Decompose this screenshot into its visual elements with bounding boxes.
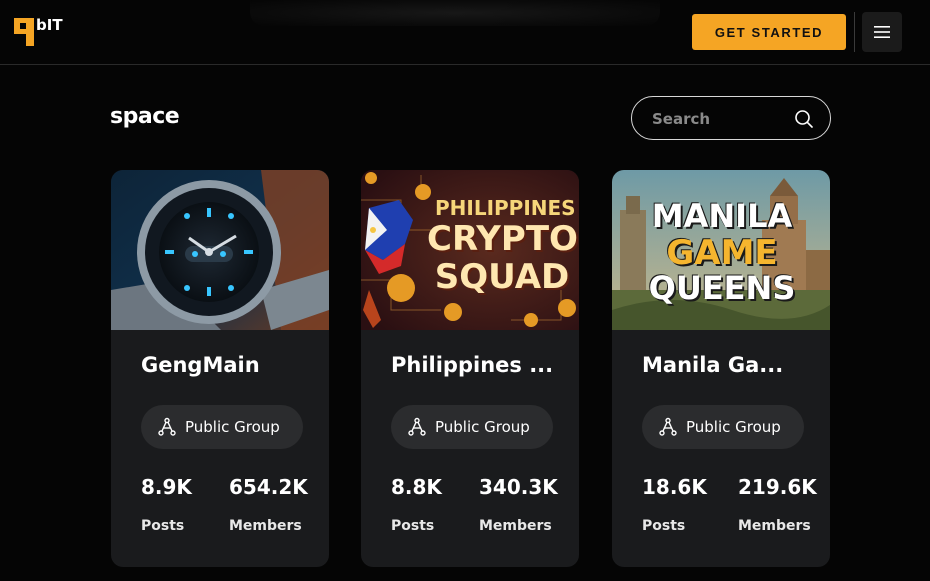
posts-count: 8.8K: [391, 475, 442, 499]
posts-label: Posts: [391, 518, 435, 534]
top-navigation-bar: bIT GET STARTED: [0, 0, 930, 65]
public-group-badge: Public Group: [642, 405, 804, 449]
group-type-label: Public Group: [686, 418, 781, 436]
group-type-label: Public Group: [435, 418, 530, 436]
header-banner-glow: [250, 0, 660, 26]
public-group-badge: Public Group: [141, 405, 303, 449]
group-title[interactable]: Philippines ...: [391, 353, 561, 377]
logo-mark-icon: [14, 18, 34, 46]
banner-line-2: GAME: [666, 233, 778, 273]
posts-count: 8.9K: [141, 475, 192, 499]
group-card[interactable]: PHILIPPINES CRYPTO SQUAD Philippines ...…: [361, 170, 579, 567]
watch-image-icon: [111, 170, 329, 330]
posts-count: 18.6K: [642, 475, 707, 499]
group-cover-image[interactable]: PHILIPPINES CRYPTO SQUAD: [361, 170, 579, 330]
page-title: space: [110, 104, 180, 129]
hamburger-icon: [874, 26, 890, 38]
group-cover-image[interactable]: [111, 170, 329, 330]
banner-line-3: QUEENS: [648, 269, 796, 307]
search-box: [631, 96, 831, 140]
group-card[interactable]: GengMain Public Group 8.9K 654.2K Posts …: [111, 170, 329, 567]
posts-label: Posts: [642, 518, 686, 534]
banner-line-1: PHILIPPINES: [435, 196, 576, 220]
header-divider: [854, 12, 855, 52]
members-count: 340.3K: [479, 475, 558, 499]
members-count: 219.6K: [738, 475, 817, 499]
group-card[interactable]: MANILA GAME QUEENS Manila Ga... Public G…: [612, 170, 830, 567]
public-group-badge: Public Group: [391, 405, 553, 449]
banner-line-1: MANILA: [651, 197, 793, 235]
group-type-label: Public Group: [185, 418, 280, 436]
members-label: Members: [479, 518, 552, 534]
group-cover-image[interactable]: MANILA GAME QUEENS: [612, 170, 830, 330]
get-started-button[interactable]: GET STARTED: [692, 14, 846, 50]
members-label: Members: [229, 518, 302, 534]
members-count: 654.2K: [229, 475, 308, 499]
group-tree-icon: [659, 417, 677, 436]
banner-line-3: SQUAD: [434, 257, 570, 297]
group-title[interactable]: GengMain: [141, 353, 311, 377]
site-logo[interactable]: bIT: [14, 14, 70, 48]
logo-text: bIT: [36, 16, 63, 34]
group-tree-icon: [158, 417, 176, 436]
members-label: Members: [738, 518, 811, 534]
menu-button[interactable]: [862, 12, 902, 52]
banner-line-2: CRYPTO: [427, 219, 578, 259]
posts-label: Posts: [141, 518, 185, 534]
search-input[interactable]: [652, 107, 792, 131]
search-icon[interactable]: [794, 109, 814, 129]
group-tree-icon: [408, 417, 426, 436]
group-title[interactable]: Manila Ga...: [642, 353, 812, 377]
